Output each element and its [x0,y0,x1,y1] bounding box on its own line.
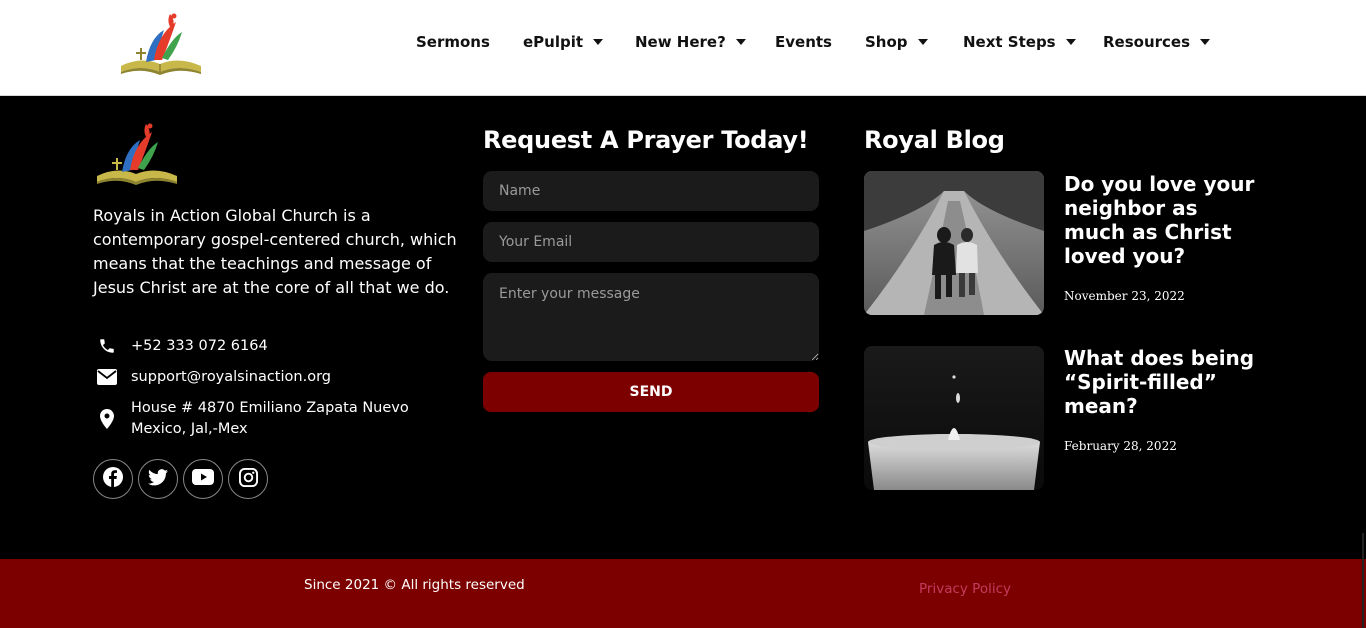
nav-label: Events [775,33,832,51]
privacy-policy-link[interactable]: Privacy Policy [919,581,1011,597]
message-field[interactable] [483,273,819,361]
copyright-text: Since 2021 © All rights reserved [304,577,525,593]
post-thumbnail-children-walking[interactable] [864,171,1044,315]
caret-down-icon [735,39,746,45]
caret-down-icon [1065,39,1076,45]
nav-events[interactable]: Events [775,30,832,54]
email-address: support@royalsinaction.org [131,369,331,385]
caret-down-icon [593,39,604,45]
footer-bottom-bar: Since 2021 © All rights reserved Privacy… [0,559,1366,628]
postal-address: House # 4870 Emiliano Zapata Nuevo Mexic… [131,400,409,437]
nav-label: Sermons [416,33,490,51]
nav-label: ePulpit [523,33,584,51]
name-field[interactable] [483,171,819,211]
nav-shop[interactable]: Shop [865,30,928,54]
nav-epulpit[interactable]: ePulpit [523,30,604,54]
prayer-heading: Request A Prayer Today! [483,126,809,154]
twitter-link[interactable] [138,459,178,499]
contact-address: House # 4870 Emiliano Zapata Nuevo Mexic… [93,398,461,440]
envelope-icon [93,367,121,387]
email-field[interactable] [483,222,819,262]
post-date-2: February 28, 2022 [1064,439,1177,453]
post-title-1[interactable]: Do you love your neighbor as much as Chr… [1064,172,1264,268]
facebook-link[interactable] [93,459,133,499]
nav-label: New Here? [635,33,726,51]
about-text: Royals in Action Global Church is a cont… [93,206,457,297]
youtube-link[interactable] [183,459,223,499]
caret-down-icon [1200,39,1211,45]
social-links [93,459,268,499]
contact-email[interactable]: support@royalsinaction.org [93,367,331,388]
nav-next-steps[interactable]: Next Steps [963,30,1076,54]
nav-label: Resources [1103,33,1191,51]
main-nav: Sermons ePulpit New Here? Events Shop Ne… [0,30,1366,54]
site-header: Sermons ePulpit New Here? Events Shop Ne… [0,0,1366,96]
nav-sermons[interactable]: Sermons [416,30,490,54]
nav-label: Shop [865,33,908,51]
send-button[interactable]: SEND [483,372,819,412]
phone-number: +52 333 072 6164 [131,338,268,354]
caret-down-icon [917,39,928,45]
scrollbar[interactable] [1362,533,1364,628]
nav-label: Next Steps [963,33,1056,51]
post-date-1: November 23, 2022 [1064,289,1185,303]
twitter-icon [148,468,168,490]
post-title-2[interactable]: What does being “Spirit-filled” mean? [1064,346,1264,418]
phone-icon [93,336,121,356]
instagram-icon [238,467,258,491]
footer-logo [92,118,182,188]
map-pin-icon [93,398,121,440]
nav-new-here[interactable]: New Here? [635,30,746,54]
contact-phone[interactable]: +52 333 072 6164 [93,336,268,357]
blog-heading: Royal Blog [864,126,1005,154]
youtube-icon [192,469,214,489]
nav-resources[interactable]: Resources [1103,30,1211,54]
post-thumbnail-water-drop[interactable] [864,346,1044,490]
facebook-icon [103,467,123,491]
instagram-link[interactable] [228,459,268,499]
